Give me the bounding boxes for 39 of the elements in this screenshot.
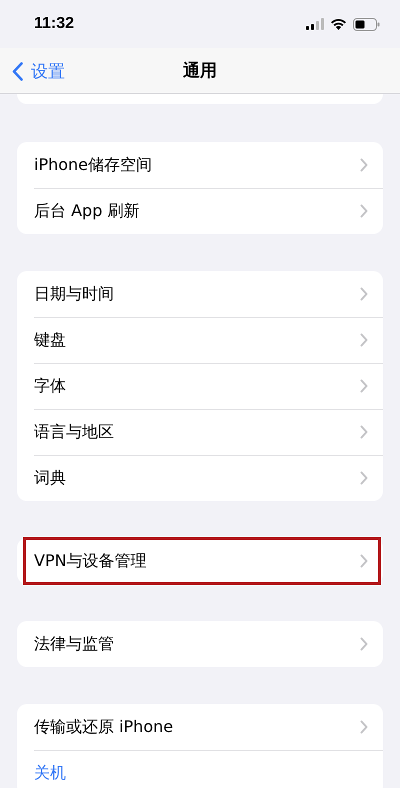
chevron-right-icon [360, 425, 368, 439]
settings-row[interactable]: iPhone储存空间 [17, 142, 383, 188]
status-time: 11:32 [34, 15, 74, 33]
row-label: 关机 [34, 762, 66, 784]
row-label: iPhone储存空间 [34, 154, 152, 176]
chevron-right-icon [360, 333, 368, 347]
settings-row[interactable]: 传输或还原 iPhone [17, 704, 383, 750]
settings-row[interactable]: 语言与地区 [17, 409, 383, 455]
settings-row[interactable]: VPN与设备管理 [17, 538, 383, 584]
back-button[interactable]: 设置 [10, 58, 67, 85]
chevron-right-icon [360, 158, 368, 172]
chevron-right-icon [360, 204, 368, 218]
chevron-right-icon [360, 554, 368, 568]
row-label: 语言与地区 [34, 422, 114, 442]
row-label: 键盘 [34, 330, 66, 350]
chevron-right-icon [360, 287, 368, 301]
settings-row[interactable]: 后台 App 刷新 [17, 188, 383, 234]
chevron-right-icon [360, 379, 368, 393]
signal-icon [306, 18, 324, 30]
settings-row[interactable]: 键盘 [17, 317, 383, 363]
row-label: 字体 [34, 376, 66, 396]
page-title: 通用 [183, 60, 217, 82]
settings-row[interactable]: 日期与时间 [17, 271, 383, 317]
settings-row[interactable]: 字体 [17, 363, 383, 409]
battery-icon [353, 18, 380, 30]
chevron-left-icon [12, 62, 23, 81]
chevron-right-icon [360, 720, 368, 734]
chevron-right-icon [360, 637, 368, 651]
row-label: 法律与监管 [34, 634, 114, 654]
row-label: 词典 [34, 468, 66, 488]
row-label: 日期与时间 [34, 284, 114, 304]
row-label: 传输或还原 iPhone [34, 716, 174, 738]
wifi-icon [330, 18, 347, 30]
row-label: 后台 App 刷新 [34, 200, 140, 222]
settings-row[interactable]: 法律与监管 [17, 621, 383, 667]
settings-row[interactable]: 词典 [17, 455, 383, 501]
chevron-right-icon [360, 471, 368, 485]
settings-row[interactable]: 关机 [17, 750, 383, 788]
row-label: VPN与设备管理 [34, 550, 147, 572]
